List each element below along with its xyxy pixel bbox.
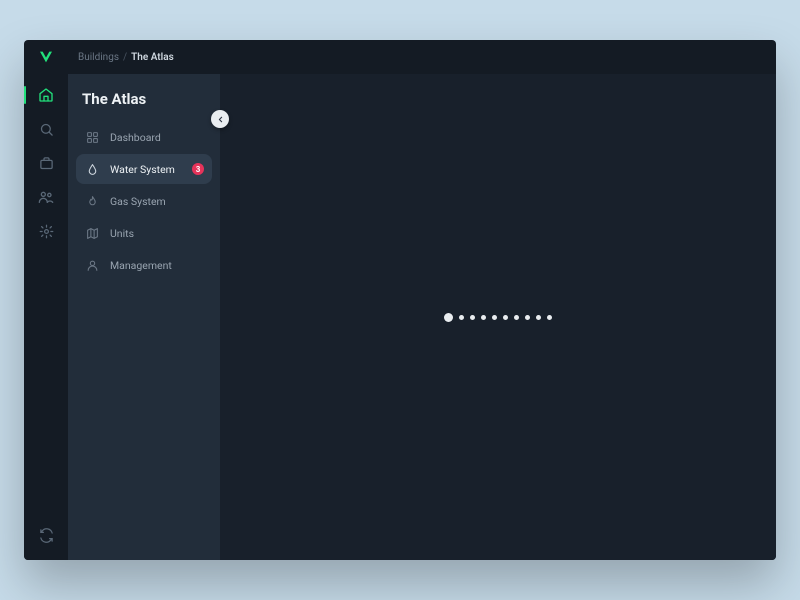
home-icon: [38, 87, 54, 103]
page-title: The Atlas: [68, 86, 220, 122]
briefcase-icon: [39, 156, 54, 171]
loader-dot: [514, 315, 519, 320]
sidebar-item-label: Units: [110, 227, 134, 240]
loader-dot: [444, 313, 453, 322]
loader-dot: [481, 315, 486, 320]
loader-dot: [503, 315, 508, 320]
loader-dot: [459, 315, 464, 320]
rail-item-users[interactable]: [31, 182, 61, 212]
breadcrumb: Buildings / The Atlas: [24, 40, 776, 74]
loader-dot: [547, 315, 552, 320]
droplet-icon: [84, 163, 100, 176]
rail-item-settings[interactable]: [31, 216, 61, 246]
sidebar-item-label: Management: [110, 259, 172, 272]
rail-item-sync[interactable]: [31, 520, 61, 550]
main-content: [220, 74, 776, 560]
sidebar-item-label: Dashboard: [110, 131, 161, 144]
loader-dot: [470, 315, 475, 320]
sidebar-item-units[interactable]: Units: [76, 218, 212, 248]
sidebar-nav: Dashboard Water System 3 Gas System: [68, 122, 220, 280]
app-window: Buildings / The Atlas: [24, 40, 776, 560]
sidebar-item-management[interactable]: Management: [76, 250, 212, 280]
gear-icon: [39, 224, 54, 239]
flame-icon: [84, 195, 100, 208]
loading-indicator: [444, 313, 552, 322]
loader-dot: [536, 315, 541, 320]
sidebar-item-gas-system[interactable]: Gas System: [76, 186, 212, 216]
rail-item-briefcase[interactable]: [31, 148, 61, 178]
sidebar-item-label: Gas System: [110, 195, 166, 208]
sidebar: The Atlas Dashboard Water Syste: [68, 74, 220, 560]
sidebar-item-water-system[interactable]: Water System 3: [76, 154, 212, 184]
sync-icon: [39, 528, 54, 543]
user-icon: [84, 259, 100, 272]
loader-dot: [492, 315, 497, 320]
breadcrumb-separator: /: [123, 52, 127, 63]
collapse-sidebar-button[interactable]: [211, 110, 229, 128]
breadcrumb-current: The Atlas: [131, 52, 174, 63]
users-icon: [38, 189, 54, 205]
app-logo-icon[interactable]: [37, 48, 55, 66]
sidebar-item-label: Water System: [110, 163, 175, 176]
rail-item-search[interactable]: [31, 114, 61, 144]
loader-dot: [525, 315, 530, 320]
search-icon: [39, 122, 54, 137]
rail-item-home[interactable]: [31, 80, 61, 110]
icon-rail: [24, 74, 68, 560]
map-icon: [84, 227, 100, 240]
notification-badge: 3: [192, 163, 204, 175]
breadcrumb-parent[interactable]: Buildings: [78, 52, 119, 63]
sidebar-item-dashboard[interactable]: Dashboard: [76, 122, 212, 152]
chevron-left-icon: [216, 115, 225, 124]
grid-icon: [84, 131, 100, 144]
